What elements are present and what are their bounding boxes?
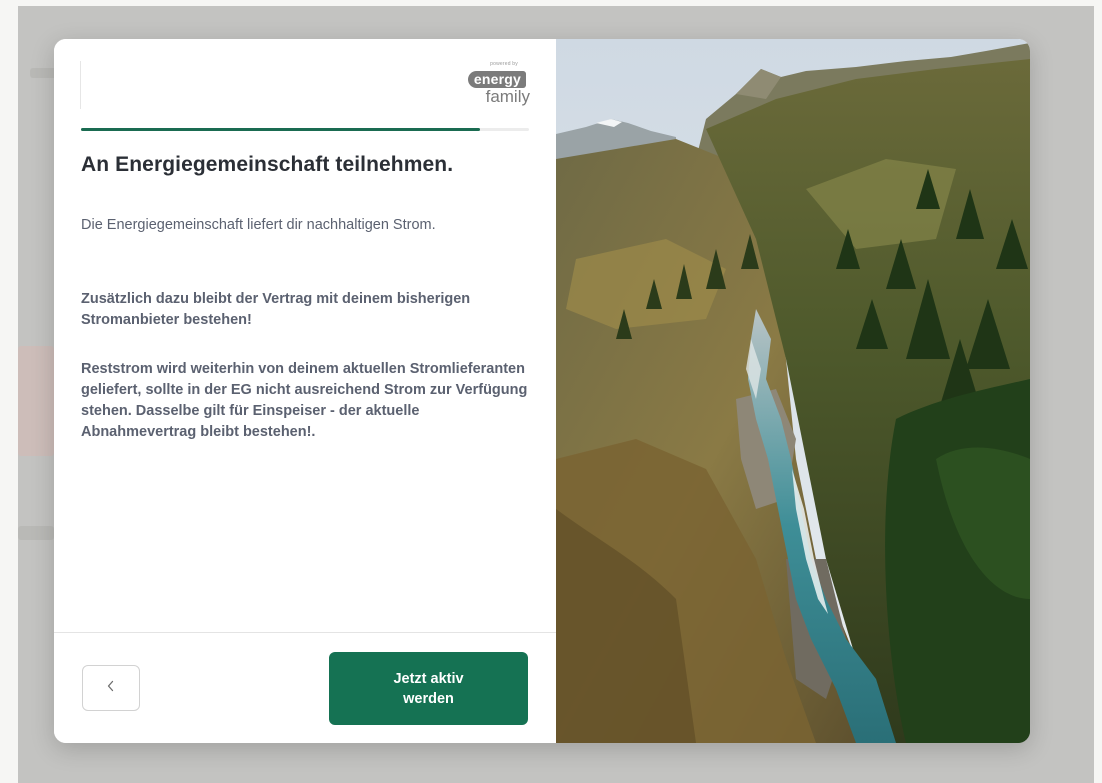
back-button[interactable]	[82, 665, 140, 711]
activate-now-button[interactable]: Jetzt aktiv werden	[329, 652, 528, 725]
backdrop-content-blur	[18, 526, 54, 540]
backdrop-content-blur	[18, 346, 54, 456]
header: powered by energy family	[80, 57, 530, 111]
progress-bar-fill	[81, 128, 480, 131]
activate-now-button-label: Jetzt aktiv werden	[393, 670, 464, 707]
progress-bar	[81, 128, 529, 131]
logo-powered-by: powered by	[490, 61, 518, 67]
residual-power-info-text: Reststrom wird weiterhin von deinem aktu…	[81, 361, 528, 440]
logo-word-family: family	[485, 87, 530, 106]
modal-content-panel: powered by energy family An Energiegemei…	[54, 39, 556, 743]
energy-family-logo: powered by energy family	[430, 57, 530, 111]
onboarding-modal: powered by energy family An Energiegemei…	[54, 39, 1030, 743]
intro-text: Die Energiegemeinschaft liefert dir nach…	[81, 217, 436, 233]
logo-word-energy: energy	[467, 71, 526, 88]
footer-divider	[54, 632, 556, 633]
chevron-left-icon	[105, 679, 117, 698]
contract-info-text: Zusätzlich dazu bleibt der Vertrag mit d…	[81, 291, 471, 328]
header-divider	[80, 61, 81, 109]
landscape-image	[556, 39, 1030, 743]
page-title: An Energiegemeinschaft teilnehmen.	[81, 153, 454, 176]
